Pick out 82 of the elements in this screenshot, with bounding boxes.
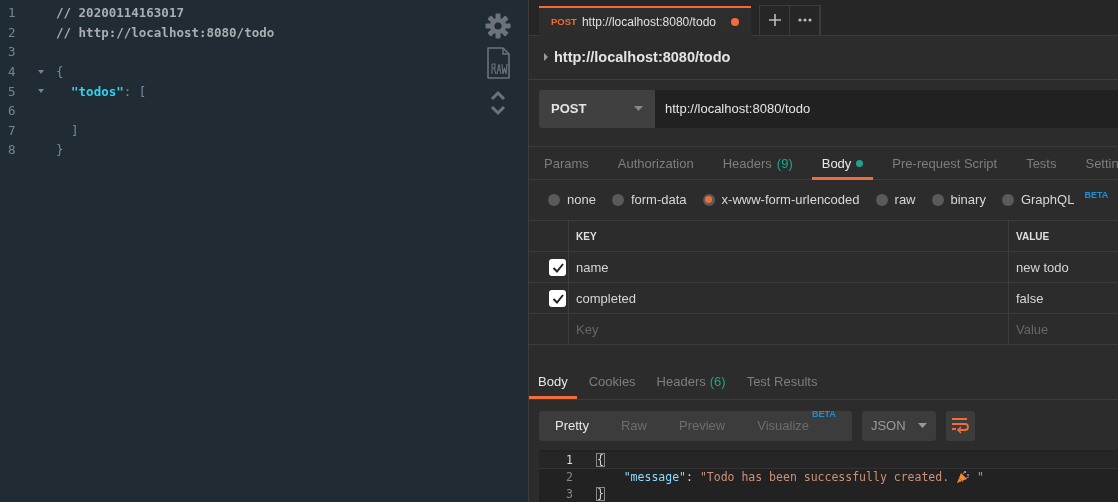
line-number: 7 — [7, 122, 17, 138]
code-punctuation: { — [56, 64, 64, 80]
method-label: POST — [551, 16, 577, 28]
matched-brace: { — [596, 452, 605, 467]
beta-label: BETA — [1084, 190, 1109, 201]
table-cell[interactable]: false — [1009, 283, 1118, 315]
request-section-tab[interactable]: Pre-request Script — [882, 146, 1008, 180]
chevron-up-icon[interactable] — [490, 90, 506, 101]
response-tab[interactable]: Test Results — [737, 366, 827, 400]
json-key: "message" — [596, 470, 686, 485]
code-comment: // 20200114163017 — [56, 5, 184, 21]
dropdown-caret-icon — [634, 106, 643, 112]
body-type-option[interactable]: binary — [931, 192, 986, 208]
method-select[interactable]: POST — [539, 89, 655, 128]
code-punctuation: ] — [70, 122, 79, 138]
request-section-tab[interactable]: Settin — [1075, 146, 1118, 180]
expand-arrow-icon — [544, 53, 548, 62]
checkbox[interactable] — [549, 289, 566, 307]
response-tab[interactable]: Headers (6) — [647, 366, 735, 400]
line-number: 8 — [7, 142, 17, 158]
request-section-tab[interactable]: Authorization — [607, 146, 704, 180]
code-punctuation: : — [686, 470, 694, 485]
code-punctuation: : [ — [123, 83, 147, 99]
radio-button[interactable] — [1001, 193, 1014, 206]
tab-title: http://localhost:8080/todo — [581, 14, 717, 29]
line-number: 2 — [7, 24, 17, 40]
body-type-option[interactable]: GraphQL $^{BETA}$ — [1001, 192, 1109, 208]
column-header: KEY — [569, 221, 1009, 253]
matched-brace: } — [596, 486, 605, 501]
count-label: (9) — [776, 155, 793, 171]
radio-button[interactable] — [548, 193, 560, 206]
wrap-lines-icon — [951, 417, 970, 435]
column-header: VALUE — [1009, 221, 1118, 253]
response-tab[interactable]: Body — [529, 366, 577, 400]
count-label: (6) — [709, 373, 726, 389]
radio-button[interactable] — [702, 193, 715, 206]
settings-icon[interactable] — [485, 13, 511, 39]
request-section-tab[interactable]: Params — [534, 146, 599, 180]
request-name: http://localhost:8080/todo — [554, 49, 731, 66]
more-icon — [797, 18, 812, 23]
radio-button[interactable] — [931, 193, 944, 206]
raw-file-icon[interactable] — [485, 47, 511, 80]
line-number: 1 — [565, 452, 573, 467]
request-tab[interactable]: POST http://localhost:8080/todo — [539, 5, 751, 36]
line-number: 5 — [7, 83, 17, 99]
code-punctuation: } — [56, 142, 64, 158]
plus-icon — [768, 14, 781, 27]
json-key: "todos" — [56, 83, 124, 99]
status-dot — [856, 159, 864, 167]
request-section-tab[interactable]: Body — [811, 146, 874, 180]
line-number: 2 — [565, 470, 573, 485]
beta-label: BETA — [812, 409, 836, 420]
checkmark-icon — [551, 261, 564, 273]
table-cell[interactable]: new todo — [1009, 252, 1118, 284]
request-section-tab[interactable]: Headers (9) — [712, 146, 803, 180]
view-mode-tab[interactable]: Pretty — [539, 411, 605, 441]
chevron-down-icon[interactable] — [490, 105, 506, 116]
format-select[interactable]: JSON — [861, 411, 936, 441]
line-number: 3 — [7, 44, 17, 60]
url-field[interactable]: http://localhost:8080/todo — [655, 89, 1118, 128]
body-type-option[interactable]: none — [548, 192, 596, 208]
line-number: 1 — [7, 5, 17, 21]
table-cell[interactable]: completed — [569, 283, 1009, 315]
party-popper-icon — [956, 470, 971, 485]
table-cell[interactable]: name — [569, 252, 1009, 284]
body-type-option[interactable]: form-data — [611, 192, 687, 208]
checkmark-icon — [551, 292, 564, 304]
dropdown-caret-icon — [917, 423, 927, 429]
line-number: 6 — [7, 103, 17, 119]
wrap-lines-button[interactable] — [945, 411, 975, 441]
checkbox[interactable] — [549, 258, 566, 276]
json-string: " — [976, 470, 984, 485]
response-tab[interactable]: Cookies — [579, 366, 645, 400]
line-number: 3 — [565, 486, 573, 501]
body-type-option[interactable]: x-www-form-urlencoded — [702, 192, 860, 208]
code-comment: // http://localhost:8080/todo — [56, 24, 275, 40]
radio-button[interactable] — [611, 193, 624, 206]
request-section-tab[interactable]: Tests — [1016, 146, 1067, 180]
json-string: "Todo has been successfully created. — [699, 470, 951, 485]
line-number: 4 — [7, 64, 17, 80]
radio-button[interactable] — [875, 193, 888, 206]
body-type-option[interactable]: raw — [875, 192, 916, 208]
